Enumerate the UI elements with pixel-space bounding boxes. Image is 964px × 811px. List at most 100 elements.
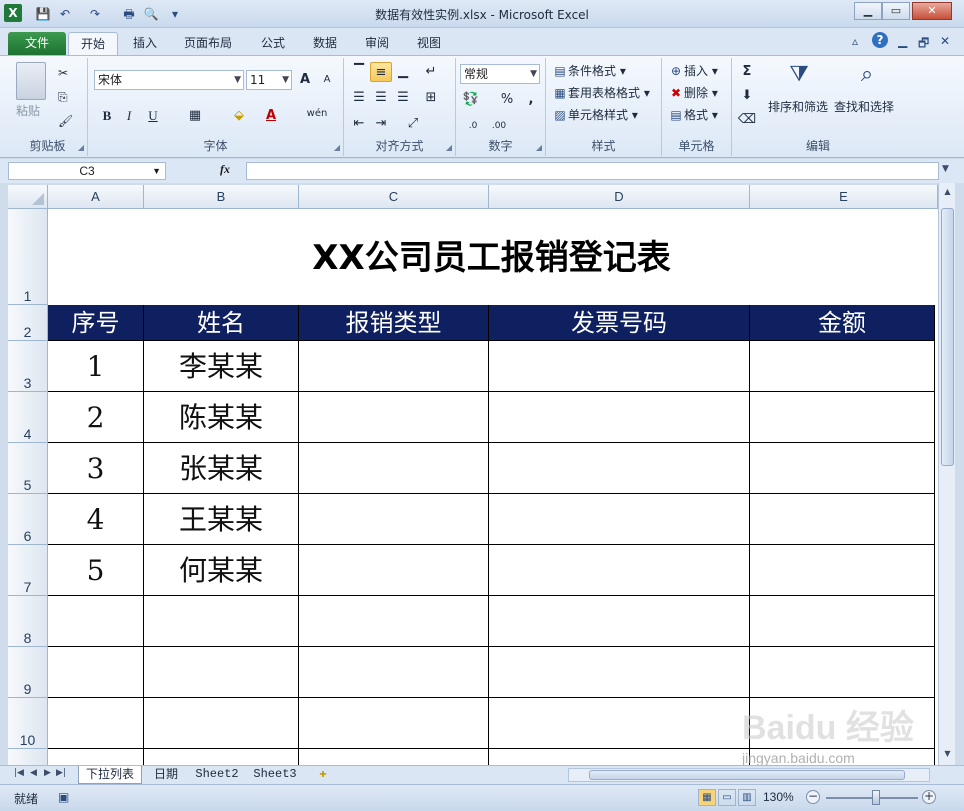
scroll-down-icon[interactable]: ▼ bbox=[941, 747, 954, 761]
cell-d11[interactable] bbox=[489, 749, 750, 765]
cell-e3[interactable] bbox=[750, 341, 935, 392]
shrink-font-button[interactable]: A bbox=[316, 70, 338, 90]
number-format-select[interactable]: 常规 ▼ bbox=[460, 64, 540, 84]
cell-b7[interactable]: 何某某 bbox=[144, 545, 299, 596]
cell-a9[interactable] bbox=[48, 647, 144, 698]
insert-sheet-icon[interactable]: ✚ bbox=[308, 766, 338, 784]
cell-e9[interactable] bbox=[750, 647, 935, 698]
format-cells-button[interactable]: ▤ 格式 ▾ bbox=[668, 106, 718, 124]
row-header-7[interactable]: 7 bbox=[8, 545, 48, 596]
macro-record-icon[interactable]: ▣ bbox=[58, 790, 69, 804]
vertical-scrollbar[interactable]: ▲ ▼ bbox=[938, 183, 955, 765]
horizontal-scroll-thumb[interactable] bbox=[589, 770, 905, 780]
column-header-e[interactable]: E bbox=[750, 185, 938, 209]
tab-home[interactable]: 开始 bbox=[68, 32, 118, 55]
row-header-2[interactable]: 2 bbox=[8, 305, 48, 341]
sheet-tab-date[interactable]: 日期 bbox=[146, 766, 186, 784]
formula-input[interactable] bbox=[246, 162, 939, 180]
find-select-button[interactable]: 查找和选择 bbox=[834, 98, 894, 116]
decrease-decimal-icon[interactable]: .00 bbox=[486, 116, 512, 136]
cell-d6[interactable] bbox=[489, 494, 750, 545]
row-header-6[interactable]: 6 bbox=[8, 494, 48, 545]
tab-formulas[interactable]: 公式 bbox=[252, 32, 294, 55]
header-cell-amount[interactable]: 金额 bbox=[750, 305, 935, 341]
cell-b5[interactable]: 张某某 bbox=[144, 443, 299, 494]
doc-minimize-icon[interactable]: ▁ bbox=[898, 34, 907, 48]
column-header-a[interactable]: A bbox=[48, 185, 144, 209]
sheet-title-cell[interactable]: XX公司员工报销登记表 bbox=[48, 210, 935, 305]
cell-a4[interactable]: 2 bbox=[48, 392, 144, 443]
alignment-launcher-icon[interactable]: ◢ bbox=[446, 143, 452, 152]
cell-e7[interactable] bbox=[750, 545, 935, 596]
ribbon-collapse-icon[interactable]: ▵ bbox=[852, 34, 858, 48]
doc-close-icon[interactable]: ✕ bbox=[940, 34, 950, 48]
cell-b9[interactable] bbox=[144, 647, 299, 698]
decrease-indent-icon[interactable]: ⇤ bbox=[348, 114, 370, 134]
doc-restore-icon[interactable]: 🗗 bbox=[918, 34, 929, 55]
header-cell-type[interactable]: 报销类型 bbox=[299, 305, 489, 341]
header-cell-name[interactable]: 姓名 bbox=[144, 305, 299, 341]
cell-d4[interactable] bbox=[489, 392, 750, 443]
first-sheet-icon[interactable]: |◀ bbox=[14, 768, 24, 778]
insert-cells-button[interactable]: ⊕ 插入 ▾ bbox=[668, 62, 718, 80]
prev-sheet-icon[interactable]: ◀ bbox=[30, 768, 37, 778]
autosum-icon[interactable]: Σ bbox=[736, 62, 758, 82]
select-all-corner[interactable] bbox=[8, 185, 48, 209]
worksheet-grid[interactable]: A B C D E 1 2 3 4 5 6 7 8 9 10 XX公司员工报销登… bbox=[8, 185, 938, 765]
zoom-in-button[interactable]: + bbox=[922, 790, 936, 804]
cut-icon[interactable]: ✂ bbox=[58, 64, 68, 82]
column-header-c[interactable]: C bbox=[299, 185, 489, 209]
align-left-icon[interactable]: ☰ bbox=[348, 88, 370, 108]
cell-a5[interactable]: 3 bbox=[48, 443, 144, 494]
sort-filter-button[interactable]: 排序和筛选 bbox=[768, 98, 828, 116]
italic-button[interactable]: I bbox=[118, 106, 140, 126]
column-header-d[interactable]: D bbox=[489, 185, 750, 209]
border-icon[interactable]: ▦ bbox=[184, 106, 206, 126]
increase-decimal-icon[interactable]: .0 bbox=[462, 116, 484, 136]
grow-font-button[interactable]: A bbox=[294, 70, 316, 90]
scroll-up-icon[interactable]: ▲ bbox=[941, 185, 954, 199]
font-launcher-icon[interactable]: ◢ bbox=[334, 143, 340, 152]
align-top-icon[interactable]: ▔ bbox=[348, 62, 370, 82]
cell-d10[interactable] bbox=[489, 698, 750, 749]
row-header-1[interactable]: 1 bbox=[8, 209, 48, 305]
align-middle-icon[interactable]: ≡ bbox=[370, 62, 392, 82]
cell-c6[interactable] bbox=[299, 494, 489, 545]
currency-icon[interactable]: 💱 bbox=[460, 90, 482, 110]
font-name-select[interactable]: 宋体 ▼ bbox=[94, 70, 244, 90]
sheet-tab-sheet2[interactable]: Sheet2 bbox=[190, 766, 244, 784]
align-center-icon[interactable]: ☰ bbox=[370, 88, 392, 108]
zoom-level[interactable]: 130% bbox=[763, 790, 794, 804]
cell-e8[interactable] bbox=[750, 596, 935, 647]
row-header-3[interactable]: 3 bbox=[8, 341, 48, 392]
cell-b4[interactable]: 陈某某 bbox=[144, 392, 299, 443]
format-painter-icon[interactable]: 🖌 bbox=[58, 112, 73, 130]
cell-c4[interactable] bbox=[299, 392, 489, 443]
insert-function-icon[interactable]: fx bbox=[220, 162, 230, 177]
row-header-9[interactable]: 9 bbox=[8, 647, 48, 698]
format-as-table-button[interactable]: ▦ 套用表格格式 ▾ bbox=[552, 84, 650, 102]
tab-insert[interactable]: 插入 bbox=[124, 32, 166, 55]
cell-d7[interactable] bbox=[489, 545, 750, 596]
cell-c3[interactable] bbox=[299, 341, 489, 392]
header-cell-invoice[interactable]: 发票号码 bbox=[489, 305, 750, 341]
paste-button[interactable]: 粘贴 bbox=[16, 102, 40, 120]
font-size-select[interactable]: 11 ▼ bbox=[246, 70, 292, 90]
cell-c7[interactable] bbox=[299, 545, 489, 596]
normal-view-icon[interactable]: ▦ bbox=[698, 789, 716, 806]
sheet-tab-dropdown-list[interactable]: 下拉列表 bbox=[78, 766, 142, 784]
row-header-4[interactable]: 4 bbox=[8, 392, 48, 443]
tab-page-layout[interactable]: 页面布局 bbox=[176, 32, 240, 55]
clear-icon[interactable]: ⌫ bbox=[736, 110, 758, 130]
phonetic-icon[interactable]: wén bbox=[302, 104, 332, 124]
sheet-tab-sheet3[interactable]: Sheet3 bbox=[248, 766, 302, 784]
cell-b11[interactable] bbox=[144, 749, 299, 765]
cell-b3[interactable]: 李某某 bbox=[144, 341, 299, 392]
percent-icon[interactable]: % bbox=[496, 90, 518, 110]
cell-c11[interactable] bbox=[299, 749, 489, 765]
cell-a3[interactable]: 1 bbox=[48, 341, 144, 392]
cell-a11[interactable] bbox=[48, 749, 144, 765]
cell-d8[interactable] bbox=[489, 596, 750, 647]
increase-indent-icon[interactable]: ⇥ bbox=[370, 114, 392, 134]
expand-formula-icon[interactable]: ▼ bbox=[942, 164, 949, 174]
